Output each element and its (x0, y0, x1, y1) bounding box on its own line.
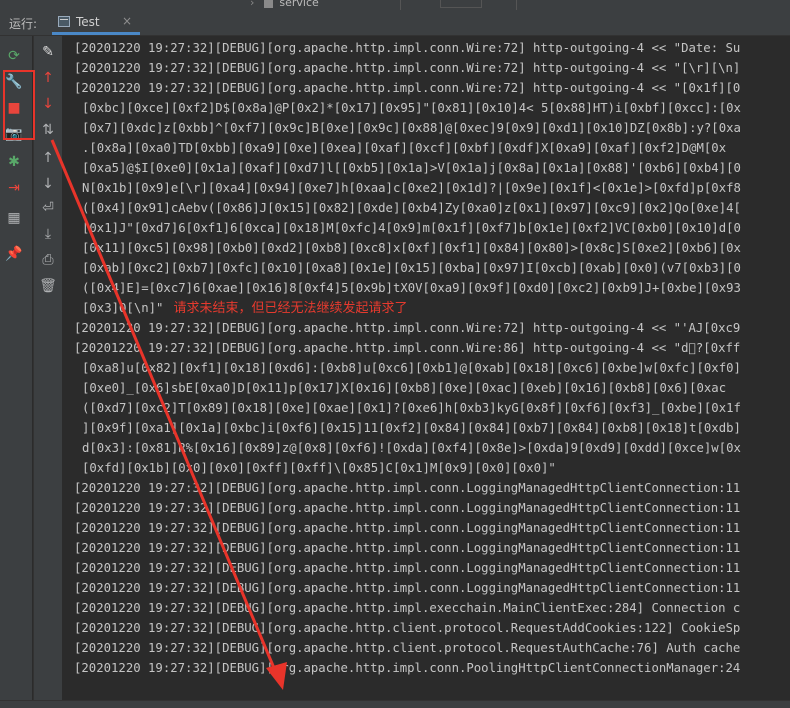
rerun-icon[interactable]: ⟳ (4, 46, 24, 66)
crumb-label: service (279, 0, 319, 9)
console-line: [0xbc][0xce][0xf2]D$[0x8a]@P[0x2]*[0x17]… (82, 101, 741, 115)
console-line: ([0xd7][0xc2]T[0x89][0x18][0xe][0xae][0x… (82, 401, 741, 415)
divider (516, 0, 517, 10)
chevron-right-icon: › (250, 0, 255, 9)
console-line: [0xfd][0x1b][0x0][0x0][0xff][0xff]\[0x85… (82, 461, 556, 475)
scroll-end-icon[interactable]: ⤓ (38, 224, 58, 244)
project-tree-crumb[interactable]: › service (250, 0, 319, 9)
console-line: [20201220 19:27:32][DEBUG][org.apache.ht… (74, 81, 741, 95)
console-line: [20201220 19:27:32][DEBUG][org.apache.ht… (74, 661, 741, 675)
down-arrow-icon[interactable]: ↓ (38, 174, 58, 194)
top-strip: › service (0, 0, 790, 10)
console-line: [20201220 19:27:32][DEBUG][org.apache.ht… (74, 341, 741, 355)
console-line: [0xa5]@$I[0xe0][0x1a][0xaf][0xd7]l[[0xb5… (82, 161, 741, 175)
console-line: [20201220 19:27:32][DEBUG][org.apache.ht… (74, 501, 741, 515)
console-line: .[0x8a][0xa0]TD[0xbb][0xa9][0xe][0xea][0… (82, 141, 727, 155)
close-icon[interactable]: × (122, 14, 132, 28)
console-line: [0xa8]u[0x82][0xf1][0x18][0xd6]:[0xb8]u[… (82, 361, 741, 375)
console-line: ([0x4]E]=[0xc7]6[0xae][0x16]8[0xf4]5[0x9… (82, 281, 741, 295)
console-line: [0x7][0xdc]z[0xbb]^[0xf7][0x9c]B[0xe][0x… (82, 121, 741, 135)
console-line: [20201220 19:27:32][DEBUG][org.apache.ht… (74, 321, 741, 335)
up-arrow-icon[interactable]: ↑ (38, 148, 58, 168)
run-panel-header: 运行: Test × (0, 10, 790, 36)
console-output[interactable]: [20201220 19:27:32][DEBUG][org.apache.ht… (62, 36, 790, 700)
tab-test[interactable]: Test × (52, 10, 140, 35)
pin-icon[interactable]: 📌 (4, 244, 24, 264)
top-field (440, 0, 482, 8)
trash-icon[interactable]: 🗑 (38, 276, 58, 296)
console-line: [0xe0]_[0x6]sbE[0xa0]D[0x11]p[0x17]X[0x1… (82, 381, 727, 395)
exit-icon[interactable]: ⇥ (4, 178, 24, 198)
run-config-icon (58, 16, 70, 27)
console-lines: [20201220 19:27:32][DEBUG][org.apache.ht… (74, 38, 741, 678)
soft-wrap-icon[interactable]: ⏎ (38, 198, 58, 218)
up-red-icon[interactable]: ↑ (38, 68, 58, 88)
tab-label: Test (76, 15, 100, 29)
console-line: ][0x9f][0xa1][0x1a][0xbc]i[0xf6][0x15]11… (82, 421, 741, 435)
console-line: ([0x4][0x91]cAebv([0x86]J[0x15][0x82][0x… (82, 201, 741, 215)
console-line: [20201220 19:27:32][DEBUG][org.apache.ht… (74, 61, 741, 75)
console-line: [20201220 19:27:32][DEBUG][org.apache.ht… (74, 541, 741, 555)
console-line: [0x11][0xc5][0x98][0xb0][0xd2][0xb8][0xc… (82, 241, 741, 255)
highlight-box (3, 70, 35, 140)
clear-icon[interactable]: ✎ (38, 42, 58, 62)
console-line: [20201220 19:27:32][DEBUG][org.apache.ht… (74, 561, 741, 575)
run-toolbar-right: ✎ ↑ ↓ ⇅ ↑ ↓ ⏎ ⤓ ⎙ 🗑 (33, 36, 62, 707)
console-line: [20201220 19:27:32][DEBUG][org.apache.ht… (74, 481, 741, 495)
annotation-text: 请求未结束，但已经无法继续发起请求了 (173, 301, 408, 316)
console-line: [20201220 19:27:32][DEBUG][org.apache.ht… (74, 621, 741, 635)
print-icon[interactable]: ⎙ (38, 250, 58, 270)
console-line: [0x1]J"[0xd7]6[0xf1]6[0xca][0x18]M[0xfc]… (82, 221, 741, 235)
down-red-icon[interactable]: ↓ (38, 94, 58, 114)
console-line: [20201220 19:27:32][DEBUG][org.apache.ht… (74, 521, 741, 535)
debug-bug-icon[interactable]: ✱ (4, 152, 24, 172)
console-line: d[0x3]:[0x81]R%[0x16][0x89]z@[0x8][0xf6]… (82, 441, 741, 455)
console-line: [0x3]Q[\n]" 请求未结束，但已经无法继续发起请求了 (74, 298, 741, 318)
console-line: [0xab][0xc2][0xb7][0xfc][0x10][0xa8][0x1… (82, 261, 741, 275)
console-line: [20201220 19:27:32][DEBUG][org.apache.ht… (74, 41, 741, 55)
console-line-text: [0x3]Q[\n]" (82, 301, 164, 315)
package-icon (264, 0, 274, 8)
console-line: [20201220 19:27:32][DEBUG][org.apache.ht… (74, 581, 741, 595)
console-line: [20201220 19:27:32][DEBUG][org.apache.ht… (74, 641, 741, 655)
console-line: N[0x1b][0x9]e[\r][0xa4][0x94][0xe7]h[0xa… (82, 181, 741, 195)
run-label: 运行: (9, 17, 38, 31)
console-line: [20201220 19:27:32][DEBUG][org.apache.ht… (74, 601, 741, 615)
divider (400, 0, 401, 10)
layout-icon[interactable]: ▦ (4, 208, 24, 228)
sort-icon[interactable]: ⇅ (38, 120, 58, 140)
